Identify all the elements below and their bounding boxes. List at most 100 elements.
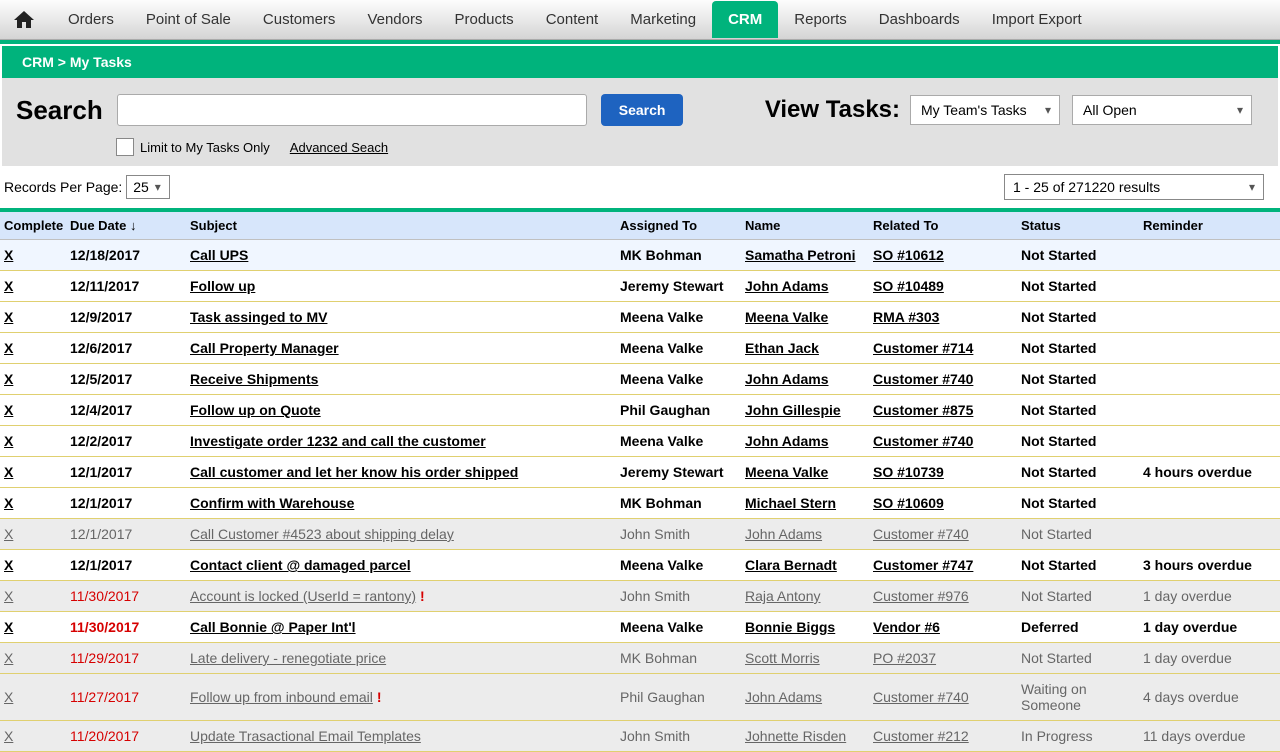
due-date: 12/18/2017: [70, 247, 190, 263]
complete-link[interactable]: X: [4, 650, 13, 666]
related-link[interactable]: Customer #740: [873, 371, 973, 387]
name-link[interactable]: John Adams: [745, 526, 822, 542]
nav-item-reports[interactable]: Reports: [778, 1, 863, 38]
complete-link[interactable]: X: [4, 247, 13, 263]
subject-link[interactable]: Call customer and let her know his order…: [190, 464, 518, 480]
name-link[interactable]: John Gillespie: [745, 402, 841, 418]
related-link[interactable]: Customer #740: [873, 433, 973, 449]
nav-item-import-export[interactable]: Import Export: [976, 1, 1098, 38]
complete-link[interactable]: X: [4, 557, 13, 573]
status: Not Started: [1021, 526, 1143, 542]
status: Not Started: [1021, 402, 1143, 418]
complete-link[interactable]: X: [4, 433, 13, 449]
related-link[interactable]: Customer #714: [873, 340, 973, 356]
name-link[interactable]: John Adams: [745, 689, 822, 705]
home-icon[interactable]: [12, 8, 36, 32]
nav-item-customers[interactable]: Customers: [247, 1, 352, 38]
col-due-date[interactable]: Due Date: [70, 218, 190, 233]
col-status[interactable]: Status: [1021, 218, 1143, 233]
col-related-to[interactable]: Related To: [873, 218, 1021, 233]
complete-link[interactable]: X: [4, 619, 13, 635]
name-link[interactable]: Scott Morris: [745, 650, 820, 666]
name-link[interactable]: Michael Stern: [745, 495, 836, 511]
subject-link[interactable]: Follow up: [190, 278, 255, 294]
name-link[interactable]: Meena Valke: [745, 309, 828, 325]
name-link[interactable]: Samatha Petroni: [745, 247, 855, 263]
table-row: X12/2/2017Investigate order 1232 and cal…: [0, 426, 1280, 457]
nav-item-vendors[interactable]: Vendors: [351, 1, 438, 38]
nav-item-content[interactable]: Content: [530, 1, 615, 38]
complete-link[interactable]: X: [4, 340, 13, 356]
name-link[interactable]: John Adams: [745, 371, 829, 387]
complete-link[interactable]: X: [4, 464, 13, 480]
related-link[interactable]: Customer #875: [873, 402, 973, 418]
subject-link[interactable]: Task assinged to MV: [190, 309, 327, 325]
subject-link[interactable]: Call Customer #4523 about shipping delay: [190, 526, 454, 542]
subject-link[interactable]: Call UPS: [190, 247, 248, 263]
related-link[interactable]: Vendor #6: [873, 619, 940, 635]
related-link[interactable]: PO #2037: [873, 650, 936, 666]
table-row: X12/1/2017Call customer and let her know…: [0, 457, 1280, 488]
complete-link[interactable]: X: [4, 728, 13, 744]
nav-item-point-of-sale[interactable]: Point of Sale: [130, 1, 247, 38]
subject-link[interactable]: Confirm with Warehouse: [190, 495, 354, 511]
related-link[interactable]: Customer #212: [873, 728, 969, 744]
name-link[interactable]: Raja Antony: [745, 588, 821, 604]
complete-link[interactable]: X: [4, 526, 13, 542]
name-link[interactable]: Meena Valke: [745, 464, 828, 480]
name-link[interactable]: Johnette Risden: [745, 728, 846, 744]
related-link[interactable]: Customer #747: [873, 557, 973, 573]
records-per-page-select[interactable]: 25: [126, 175, 170, 199]
subject-link[interactable]: Receive Shipments: [190, 371, 318, 387]
related-link[interactable]: Customer #740: [873, 526, 969, 542]
complete-link[interactable]: X: [4, 402, 13, 418]
related-link[interactable]: SO #10609: [873, 495, 944, 511]
col-assigned-to[interactable]: Assigned To: [620, 218, 745, 233]
subject-link[interactable]: Investigate order 1232 and call the cust…: [190, 433, 486, 449]
col-complete[interactable]: Complete: [4, 218, 70, 233]
name-link[interactable]: Ethan Jack: [745, 340, 819, 356]
name-link[interactable]: Clara Bernadt: [745, 557, 837, 573]
name-link[interactable]: John Adams: [745, 278, 829, 294]
advanced-search-link[interactable]: Advanced Seach: [290, 140, 388, 155]
related-link[interactable]: SO #10739: [873, 464, 944, 480]
related-link[interactable]: Customer #740: [873, 689, 969, 705]
subject-link[interactable]: Contact client @ damaged parcel: [190, 557, 411, 573]
subject-link[interactable]: Call Property Manager: [190, 340, 339, 356]
col-reminder[interactable]: Reminder: [1143, 218, 1276, 233]
limit-my-tasks-checkbox[interactable]: [116, 138, 134, 156]
name-link[interactable]: John Adams: [745, 433, 829, 449]
related-link[interactable]: SO #10612: [873, 247, 944, 263]
complete-link[interactable]: X: [4, 278, 13, 294]
view-tasks-scope-select[interactable]: My Team's Tasks: [910, 95, 1060, 125]
subject-link[interactable]: Update Trasactional Email Templates: [190, 728, 421, 744]
col-name[interactable]: Name: [745, 218, 873, 233]
due-date: 12/9/2017: [70, 309, 190, 325]
subject-link[interactable]: Follow up from inbound email: [190, 689, 373, 705]
related-link[interactable]: RMA #303: [873, 309, 939, 325]
complete-link[interactable]: X: [4, 588, 13, 604]
search-input[interactable]: [117, 94, 587, 126]
col-subject[interactable]: Subject: [190, 218, 620, 233]
complete-link[interactable]: X: [4, 495, 13, 511]
related-link[interactable]: SO #10489: [873, 278, 944, 294]
complete-link[interactable]: X: [4, 309, 13, 325]
nav-item-dashboards[interactable]: Dashboards: [863, 1, 976, 38]
nav-item-marketing[interactable]: Marketing: [614, 1, 712, 38]
subject-link[interactable]: Follow up on Quote: [190, 402, 321, 418]
name-link[interactable]: Bonnie Biggs: [745, 619, 835, 635]
subject-link[interactable]: Late delivery - renegotiate price: [190, 650, 386, 666]
nav-item-crm[interactable]: CRM: [712, 1, 778, 38]
subject-link[interactable]: Account is locked (UserId = rantony): [190, 588, 416, 604]
complete-link[interactable]: X: [4, 371, 13, 387]
nav-item-products[interactable]: Products: [438, 1, 529, 38]
view-tasks-filter-select[interactable]: All Open: [1072, 95, 1252, 125]
search-button[interactable]: Search: [601, 94, 684, 126]
related-link[interactable]: Customer #976: [873, 588, 969, 604]
subject-link[interactable]: Call Bonnie @ Paper Int'l: [190, 619, 356, 635]
breadcrumb: CRM > My Tasks: [2, 46, 1278, 78]
results-range-select[interactable]: 1 - 25 of 271220 results: [1004, 174, 1264, 200]
complete-link[interactable]: X: [4, 689, 13, 705]
status: Not Started: [1021, 650, 1143, 666]
nav-item-orders[interactable]: Orders: [52, 1, 130, 38]
